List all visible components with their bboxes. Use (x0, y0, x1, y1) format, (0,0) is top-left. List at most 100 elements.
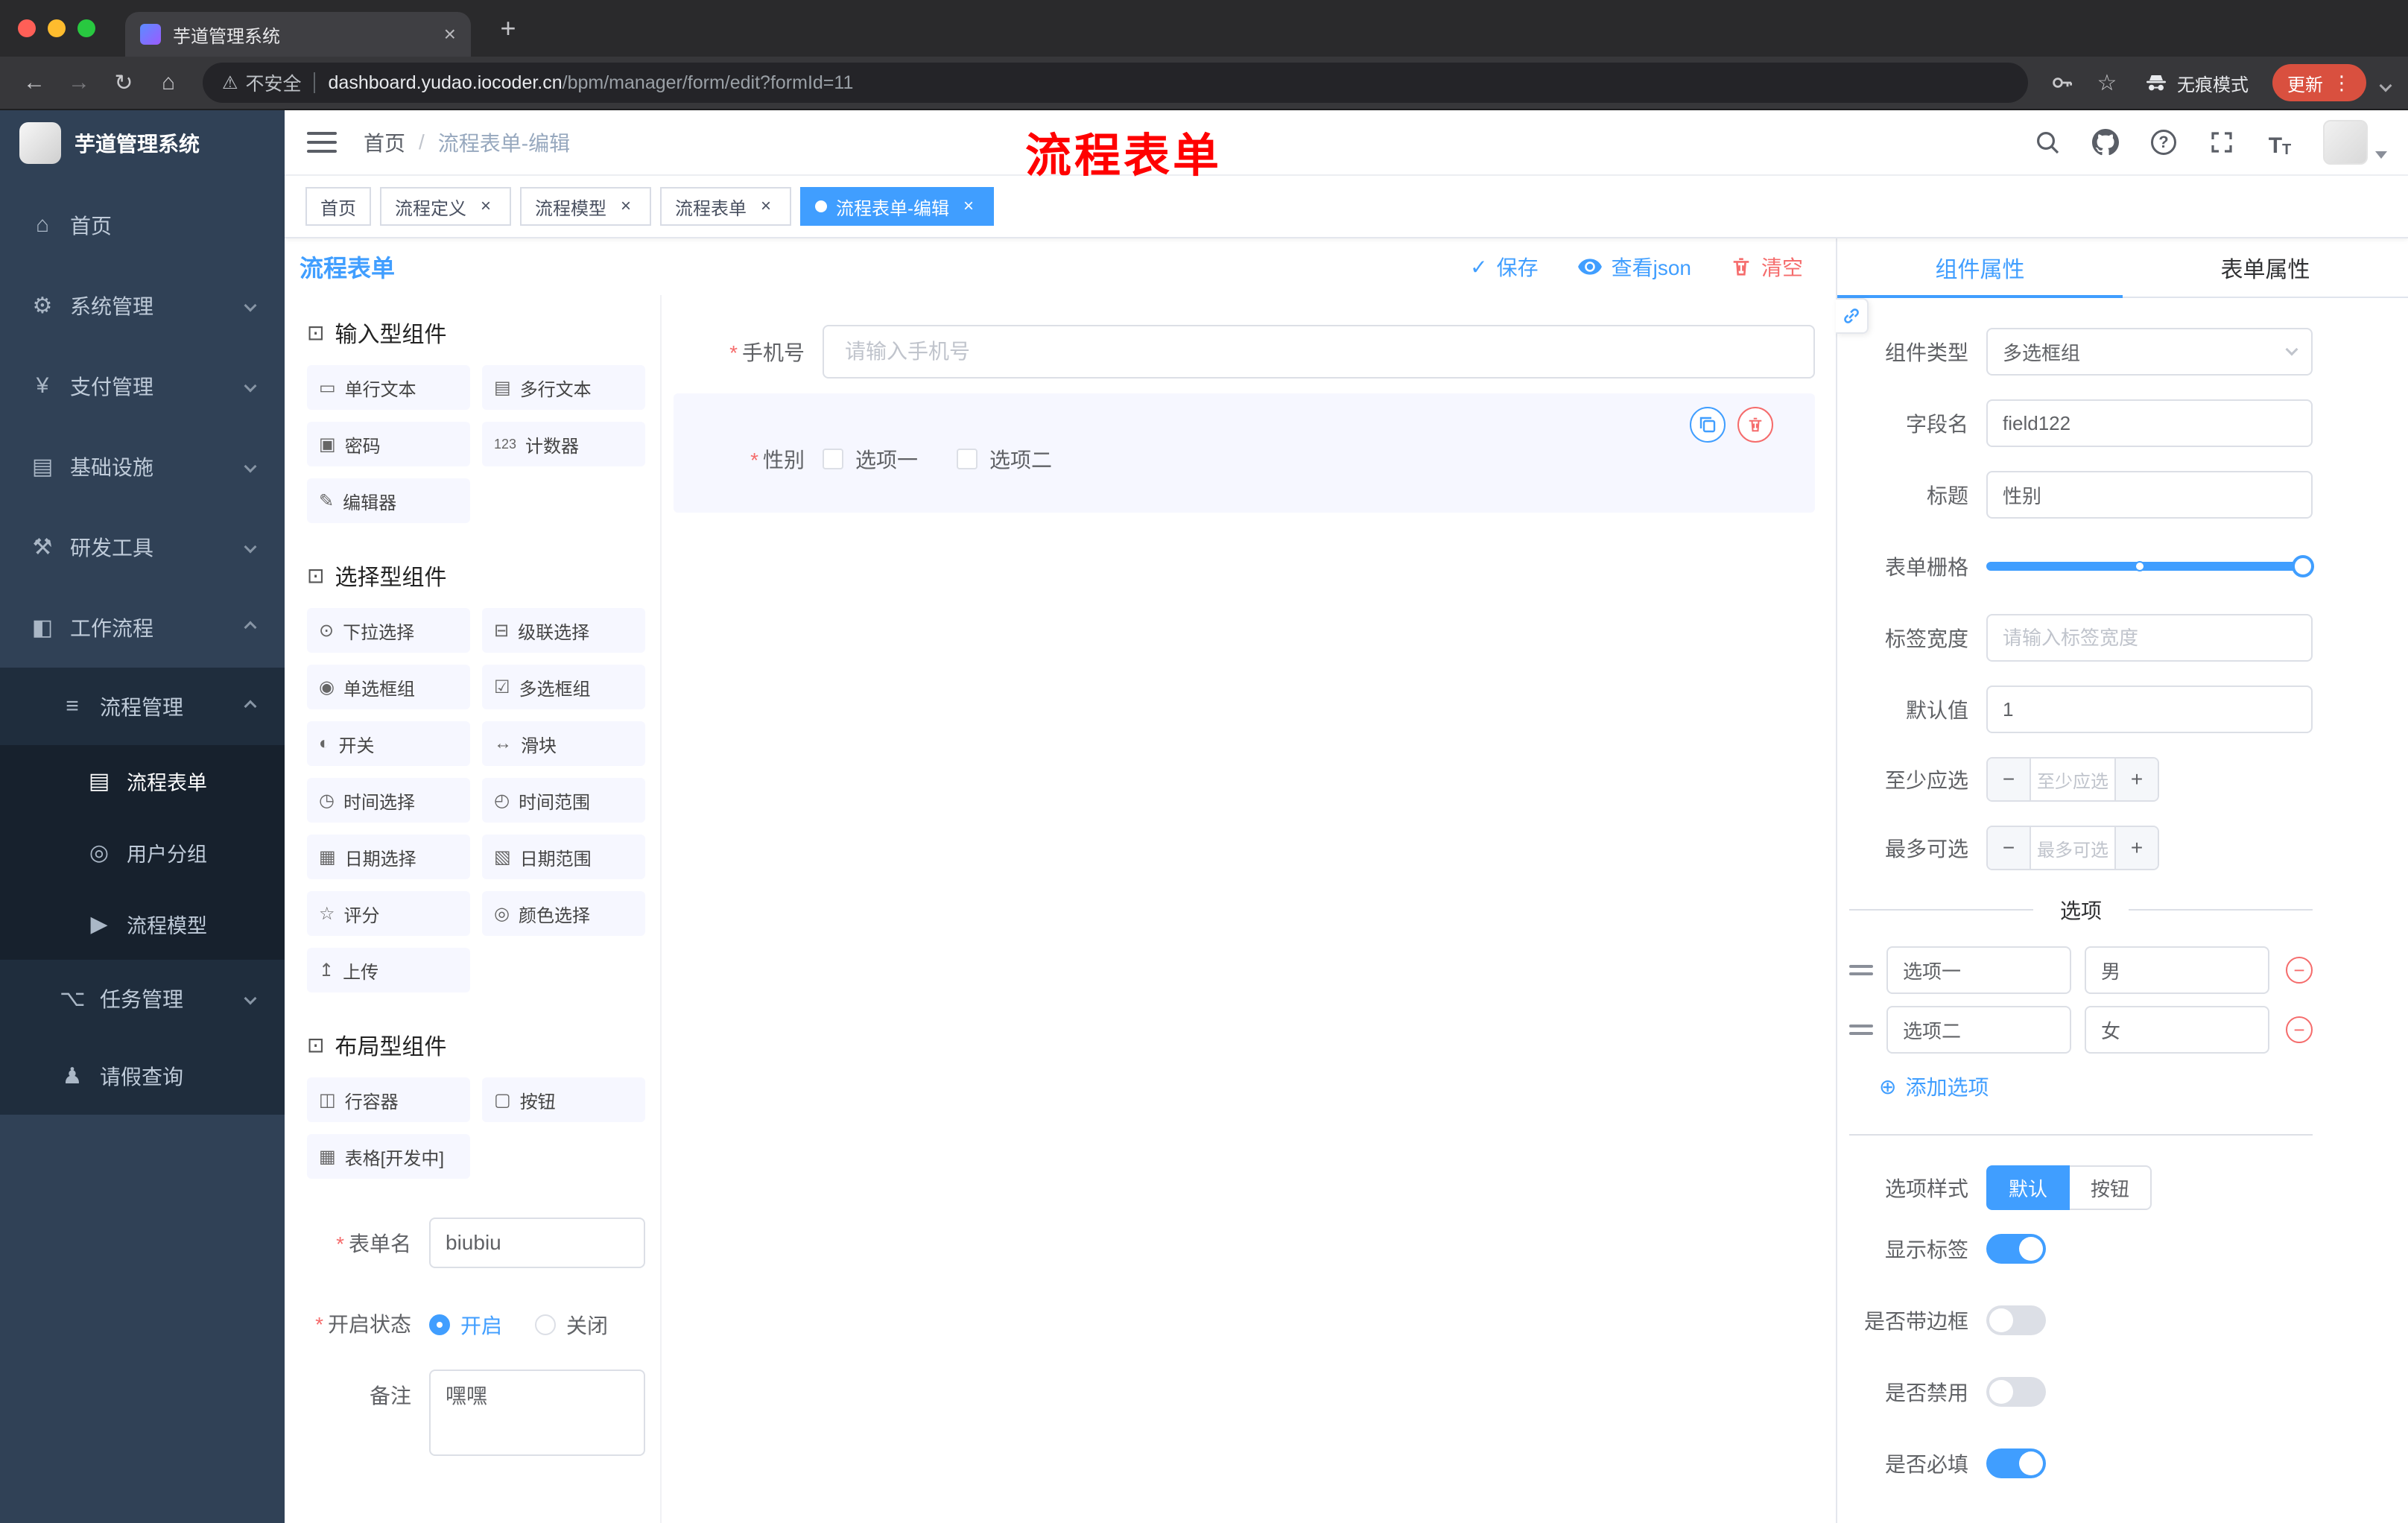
close-icon[interactable]: × (958, 196, 979, 217)
palette-item-rate[interactable]: ☆ 评分 (307, 891, 470, 936)
sidebar-item-infrastructure[interactable]: ▤ 基础设施 (0, 426, 285, 507)
github-icon[interactable] (2091, 127, 2120, 157)
option-label-input[interactable] (1886, 946, 2071, 994)
minimize-window-button[interactable] (48, 19, 66, 37)
style-default-button[interactable]: 默认 (1986, 1165, 2070, 1210)
status-off-radio[interactable]: 关闭 (535, 1310, 608, 1340)
disabled-toggle[interactable] (1986, 1377, 2046, 1407)
style-button-button[interactable]: 按钮 (2070, 1165, 2152, 1210)
palette-item-slider[interactable]: ↔ 滑块 (482, 721, 645, 766)
gender-option2-checkbox[interactable]: 选项二 (957, 444, 1052, 474)
slider-handle[interactable] (2292, 555, 2314, 577)
add-option-button[interactable]: ⊕ 添加选项 (1879, 1071, 2313, 1101)
remove-option-button[interactable]: − (2286, 957, 2313, 984)
form-canvas[interactable]: * 手机号 请输入手机号 * 性别 选项一 选项二 (662, 295, 1836, 1523)
label-width-input[interactable] (1986, 614, 2313, 662)
sidebar-item-leave-query[interactable]: ♟ 请假查询 (0, 1037, 285, 1115)
breadcrumb-home[interactable]: 首页 (364, 127, 405, 157)
sidebar-item-workflow[interactable]: ◧ 工作流程 (0, 587, 285, 668)
increase-button[interactable]: + (2116, 827, 2158, 869)
sidebar-item-process-form[interactable]: ▤ 流程表单 (0, 745, 285, 817)
form-name-input[interactable] (429, 1218, 645, 1268)
tab-form-props[interactable]: 表单属性 (2123, 238, 2408, 297)
palette-item-row-container[interactable]: ◫ 行容器 (307, 1077, 470, 1122)
status-on-radio[interactable]: 开启 (429, 1310, 502, 1340)
view-json-button[interactable]: 查看json (1577, 252, 1691, 282)
remove-option-button[interactable]: − (2286, 1016, 2313, 1043)
canvas-field-phone[interactable]: * 手机号 (674, 325, 1815, 379)
close-window-button[interactable] (18, 19, 36, 37)
browser-tab[interactable]: 芋道管理系统 × (125, 12, 471, 57)
update-browser-button[interactable]: 更新 ⋮ (2272, 64, 2366, 101)
tag-process-definition[interactable]: 流程定义 × (380, 187, 511, 226)
palette-item-single-text[interactable]: ▭ 单行文本 (307, 365, 470, 410)
sidebar-item-process-model[interactable]: ▶ 流程模型 (0, 888, 285, 960)
tab-close-icon[interactable]: × (444, 24, 456, 45)
palette-item-counter[interactable]: 123 计数器 (482, 422, 645, 466)
palette-item-date-picker[interactable]: ▦ 日期选择 (307, 835, 470, 879)
palette-item-editor[interactable]: ✎ 编辑器 (307, 478, 470, 523)
tab-component-props[interactable]: 组件属性 (1837, 238, 2123, 298)
drag-handle-icon[interactable] (1849, 1025, 1873, 1035)
sidebar-item-devtools[interactable]: ⚒ 研发工具 (0, 507, 285, 587)
zoom-window-button[interactable] (77, 19, 95, 37)
palette-item-select[interactable]: ⊙ 下拉选择 (307, 608, 470, 653)
form-remark-textarea[interactable]: 嘿嘿 (429, 1370, 645, 1456)
palette-item-multi-text[interactable]: ▤ 多行文本 (482, 365, 645, 410)
help-icon[interactable]: ? (2149, 127, 2179, 157)
user-avatar[interactable] (2323, 120, 2387, 165)
sidebar-item-home[interactable]: ⌂ 首页 (0, 185, 285, 265)
delete-field-button[interactable] (1737, 407, 1773, 443)
close-icon[interactable]: × (755, 196, 776, 217)
palette-item-switch[interactable]: ◐ 开关 (307, 721, 470, 766)
sidebar-item-user-group[interactable]: ◎ 用户分组 (0, 817, 285, 888)
increase-button[interactable]: + (2116, 759, 2158, 800)
clear-button[interactable]: 清空 (1730, 252, 1803, 282)
chevron-down-icon[interactable] (2379, 79, 2392, 92)
default-value-input[interactable] (1986, 685, 2313, 733)
home-button[interactable]: ⌂ (149, 63, 188, 102)
decrease-button[interactable]: − (1988, 759, 2030, 800)
decrease-button[interactable]: − (1988, 827, 2030, 869)
back-button[interactable]: ← (15, 63, 54, 102)
phone-input[interactable] (823, 325, 1815, 379)
required-toggle[interactable] (1986, 1448, 2046, 1478)
option-value-input[interactable] (2085, 1006, 2269, 1054)
browser-menu-dots-icon[interactable]: ⋮ (2332, 72, 2351, 95)
password-key-icon[interactable] (2043, 63, 2082, 102)
canvas-field-gender-selected[interactable]: * 性别 选项一 选项二 (674, 393, 1815, 513)
palette-item-cascader[interactable]: ⊟ 级联选择 (482, 608, 645, 653)
address-bar[interactable]: ⚠ 不安全 dashboard.yudao.iocoder.cn /bpm/ma… (203, 63, 2028, 103)
font-size-icon[interactable]: TT (2265, 127, 2295, 158)
drag-handle-icon[interactable] (1849, 965, 1873, 975)
grid-slider[interactable] (1986, 542, 2314, 590)
palette-item-date-range[interactable]: ▧ 日期范围 (482, 835, 645, 879)
tag-home[interactable]: 首页 (305, 187, 371, 226)
palette-item-table[interactable]: ▦ 表格[开发中] (307, 1134, 470, 1179)
tag-process-form[interactable]: 流程表单 × (660, 187, 791, 226)
option-value-input[interactable] (2085, 946, 2269, 994)
tag-process-model[interactable]: 流程模型 × (520, 187, 651, 226)
show-label-toggle[interactable] (1986, 1234, 2046, 1264)
max-select-value[interactable]: 最多可选 (2030, 827, 2116, 869)
hamburger-icon[interactable] (307, 132, 337, 153)
title-input[interactable] (1986, 471, 2313, 519)
palette-item-color-picker[interactable]: ◎ 颜色选择 (482, 891, 645, 936)
sidebar-item-payment[interactable]: ¥ 支付管理 (0, 346, 285, 426)
sidebar-item-process-management[interactable]: ≡ 流程管理 (0, 668, 285, 745)
border-toggle[interactable] (1986, 1305, 2046, 1335)
palette-item-upload[interactable]: ↥ 上传 (307, 948, 470, 992)
close-icon[interactable]: × (615, 196, 636, 217)
palette-item-checkbox-group[interactable]: ☑ 多选框组 (482, 665, 645, 709)
palette-item-radio-group[interactable]: ◉ 单选框组 (307, 665, 470, 709)
component-type-select[interactable]: 多选框组 (1986, 328, 2313, 376)
reload-button[interactable]: ↻ (104, 63, 143, 102)
new-tab-button[interactable]: + (489, 9, 527, 48)
palette-item-time-range[interactable]: ◴ 时间范围 (482, 778, 645, 823)
close-icon[interactable]: × (475, 196, 496, 217)
sidebar-item-task-management[interactable]: ⌥ 任务管理 (0, 960, 285, 1037)
tag-process-form-edit[interactable]: 流程表单-编辑 × (800, 187, 994, 226)
bookmark-star-icon[interactable]: ☆ (2088, 63, 2126, 102)
field-name-input[interactable] (1986, 399, 2313, 447)
gender-option1-checkbox[interactable]: 选项一 (823, 444, 918, 474)
